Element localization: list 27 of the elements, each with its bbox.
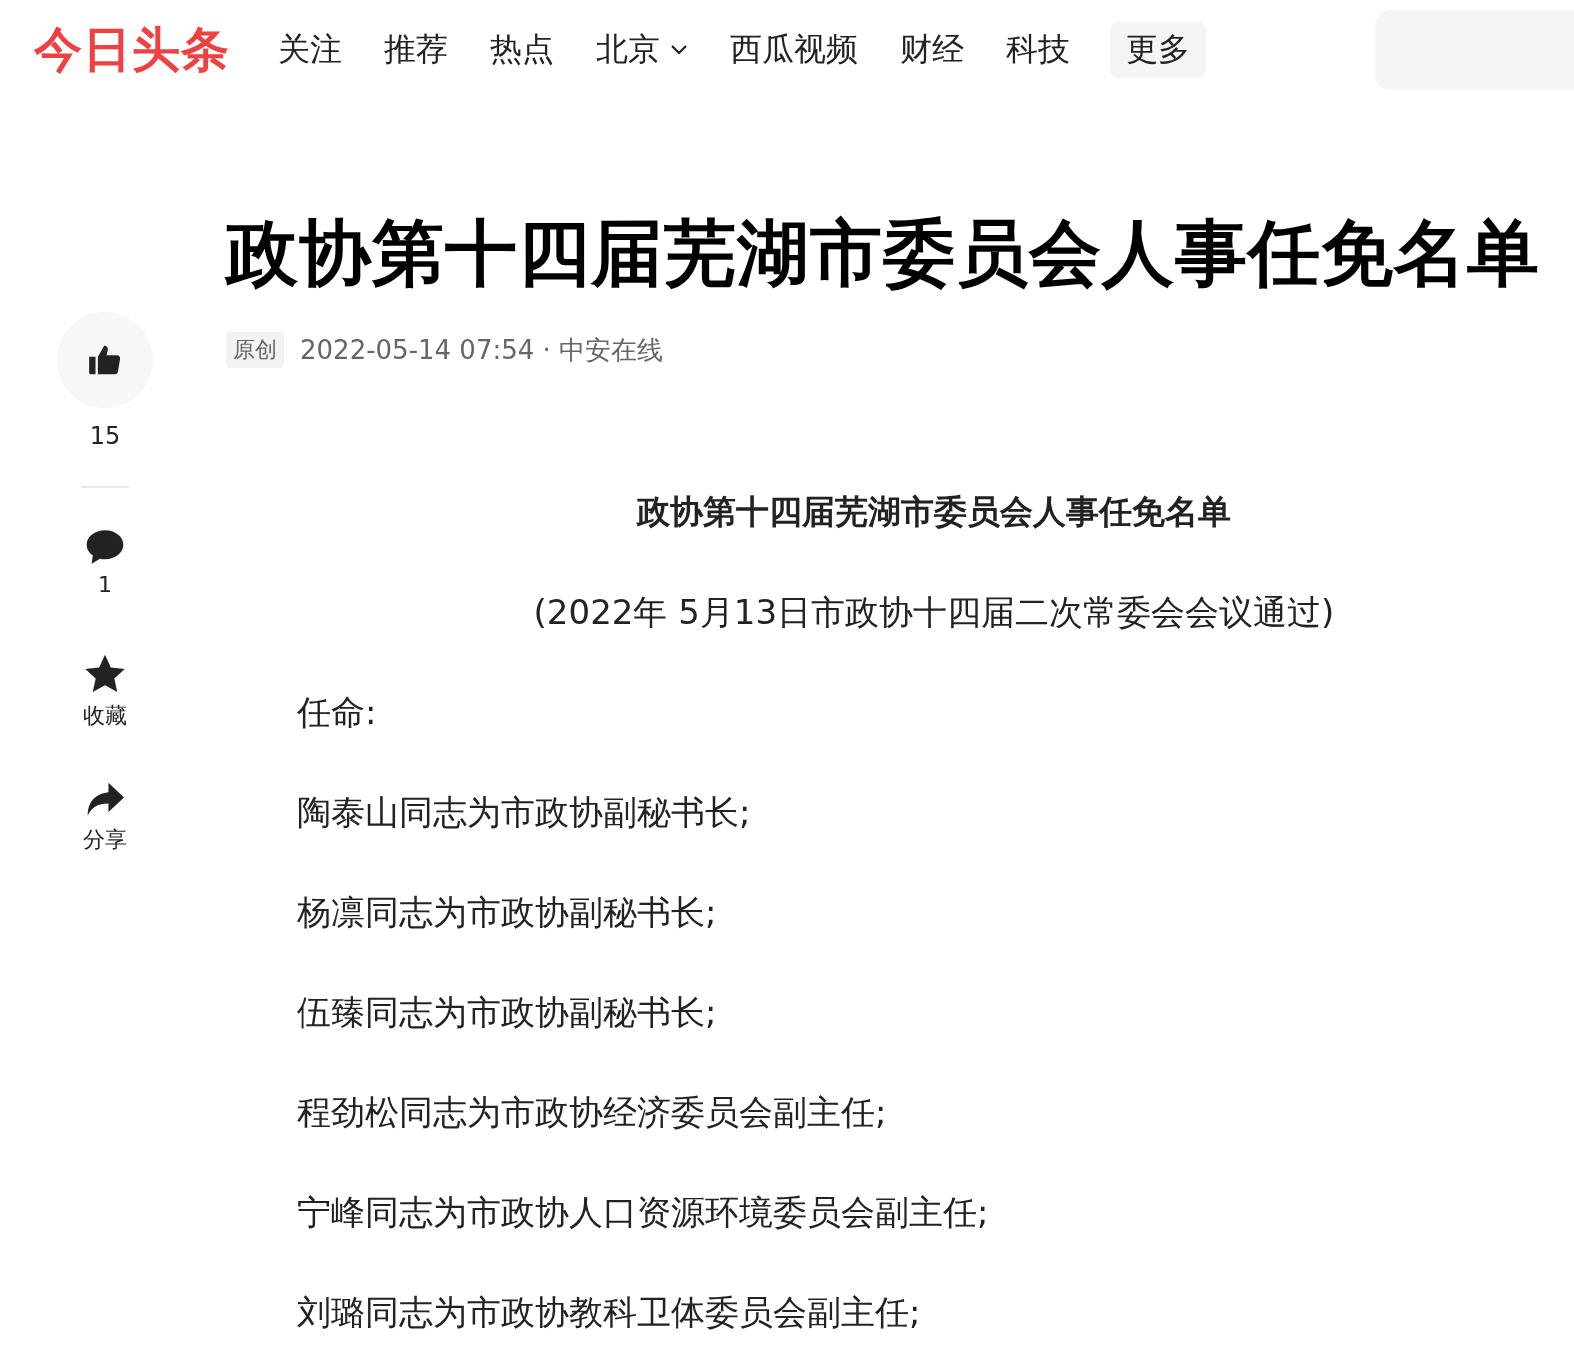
action-button[interactable]: 1 (85, 528, 125, 597)
paragraph: 刘璐同志为市政协教科卫体委员会副主任; (296, 1291, 922, 1335)
subtitle: (2022年 5月13日市政协十四届二次常委会会议通过) (532, 591, 1336, 635)
nav-link[interactable]: 财经 (888, 22, 976, 78)
paragraph: 程劲松同志为市政协经济委员会副主任; (296, 1091, 888, 1135)
publish-info: 2022-05-14 07:54 · 中安在线 (300, 333, 664, 367)
action-button[interactable]: 分享 (83, 781, 127, 855)
paragraph: 陶泰山同志为市政协副秘书长; (296, 791, 752, 835)
paragraph: 任命: (296, 691, 378, 735)
paragraph: 宁峰同志为市政协人口资源环境委员会副主任; (296, 1191, 990, 1235)
nav-link[interactable]: 西瓜视频 (718, 22, 870, 78)
paragraph: 伍臻同志为市政协副秘书长; (296, 991, 718, 1035)
section-heading: 政协第十四届芜湖市委员会人事任免名单 (635, 491, 1232, 534)
logo[interactable]: 今日头条 (34, 18, 230, 82)
nav-link[interactable]: 热点 (478, 22, 566, 78)
nav-dropdown[interactable]: 北京 (584, 22, 700, 78)
action-button[interactable]: 收藏 (83, 653, 127, 731)
nav-link[interactable]: 关注 (266, 22, 354, 78)
nav-link[interactable]: 推荐 (372, 22, 460, 78)
like-count: 15 (89, 422, 121, 450)
article-title: 政协第十四届芜湖市委员会人事任免名单 (226, 210, 1540, 297)
speech-bubble-icon (85, 528, 125, 566)
star-icon (83, 653, 127, 695)
original-tag: 原创 (226, 332, 284, 369)
paragraph: 杨凛同志为市政协副秘书长; (296, 891, 718, 935)
chevron-down-icon (670, 44, 688, 56)
nav-link[interactable]: 科技 (994, 22, 1082, 78)
